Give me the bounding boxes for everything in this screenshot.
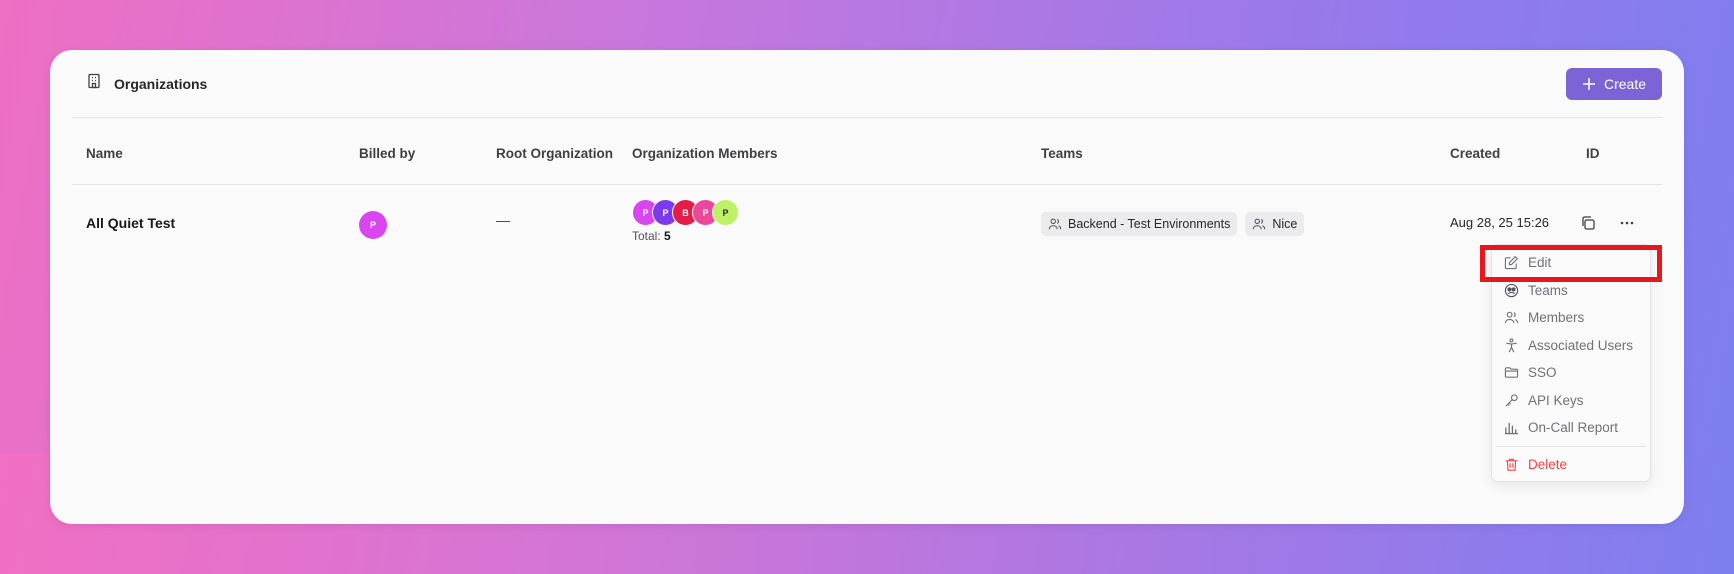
team-chip-label: Nice — [1272, 217, 1298, 231]
teams-cell: Backend - Test Environments Nice — [1041, 212, 1305, 236]
menu-item-label: Associated Users — [1528, 337, 1634, 353]
column-organization-members[interactable]: Organization Members — [632, 146, 778, 161]
members-total: Total: 5 — [632, 229, 732, 243]
column-created[interactable]: Created — [1450, 146, 1500, 161]
page-title: Organizations — [114, 75, 208, 92]
plus-icon — [1582, 77, 1595, 90]
table-row[interactable]: All Quiet Test P — P P B P P Total: 5 Ba… — [72, 185, 1662, 263]
copy-icon[interactable] — [1580, 215, 1596, 231]
column-name[interactable]: Name — [86, 146, 123, 161]
table-header: Name Billed by Root Organization Organiz… — [72, 118, 1662, 185]
building-icon — [86, 73, 102, 94]
create-button[interactable]: Create — [1565, 67, 1662, 100]
edit-icon — [1504, 256, 1519, 270]
team-chip[interactable]: Nice — [1245, 212, 1305, 236]
bar-chart-icon — [1504, 423, 1519, 435]
root-organization-value: — — [496, 212, 510, 228]
menu-item-api-keys[interactable]: API Keys — [1492, 387, 1650, 415]
org-name[interactable]: All Quiet Test — [86, 215, 175, 231]
menu-item-members[interactable]: Members — [1492, 304, 1650, 332]
member-avatar: P — [712, 199, 739, 226]
menu-item-sso[interactable]: SSO — [1492, 359, 1650, 387]
menu-item-on-call-report[interactable]: On-Call Report — [1492, 414, 1650, 442]
menu-item-delete[interactable]: Delete — [1492, 451, 1650, 479]
folder-icon — [1504, 367, 1519, 378]
title-wrap: Organizations — [72, 73, 207, 94]
more-options-icon[interactable] — [1618, 214, 1636, 232]
menu-item-associated-users[interactable]: Associated Users — [1492, 332, 1650, 360]
users-icon — [1048, 218, 1062, 230]
menu-item-edit[interactable]: Edit — [1492, 249, 1650, 277]
accessibility-icon — [1506, 338, 1517, 353]
created-date: Aug 28, 25 15:26 — [1450, 215, 1550, 230]
members-cell: P P B P P Total: 5 — [632, 199, 739, 243]
menu-item-label: Edit — [1528, 255, 1552, 271]
menu-item-label: SSO — [1528, 365, 1557, 381]
users-icon — [1253, 218, 1266, 230]
billed-by-avatar: P — [359, 211, 387, 239]
team-chip-label: Backend - Test Environments — [1068, 217, 1231, 231]
teams-icon — [1504, 283, 1519, 297]
trash-icon — [1505, 458, 1518, 471]
menu-item-teams[interactable]: Teams — [1492, 277, 1650, 305]
create-button-label: Create — [1603, 75, 1646, 92]
column-id[interactable]: ID — [1586, 146, 1600, 161]
total-label: Total: — [632, 229, 661, 243]
member-avatars: P P B P P — [632, 199, 739, 226]
organizations-card: Organizations Create Name Billed by Root… — [50, 50, 1684, 524]
menu-separator — [1496, 445, 1646, 447]
menu-item-label: On-Call Report — [1528, 420, 1619, 436]
key-icon — [1505, 394, 1518, 407]
column-teams[interactable]: Teams — [1041, 146, 1083, 161]
users-icon — [1504, 312, 1519, 324]
menu-item-label: API Keys — [1528, 392, 1584, 408]
team-chip[interactable]: Backend - Test Environments — [1041, 212, 1238, 236]
menu-item-label: Teams — [1528, 282, 1568, 298]
column-billed-by[interactable]: Billed by — [359, 146, 415, 161]
row-actions-menu: Edit Teams Members Associated Users SSO … — [1491, 244, 1651, 482]
card-header: Organizations Create — [72, 50, 1662, 118]
menu-item-label: Members — [1528, 310, 1585, 326]
total-count: 5 — [664, 229, 671, 243]
menu-item-label: Delete — [1528, 456, 1568, 472]
column-root-organization[interactable]: Root Organization — [496, 146, 613, 161]
